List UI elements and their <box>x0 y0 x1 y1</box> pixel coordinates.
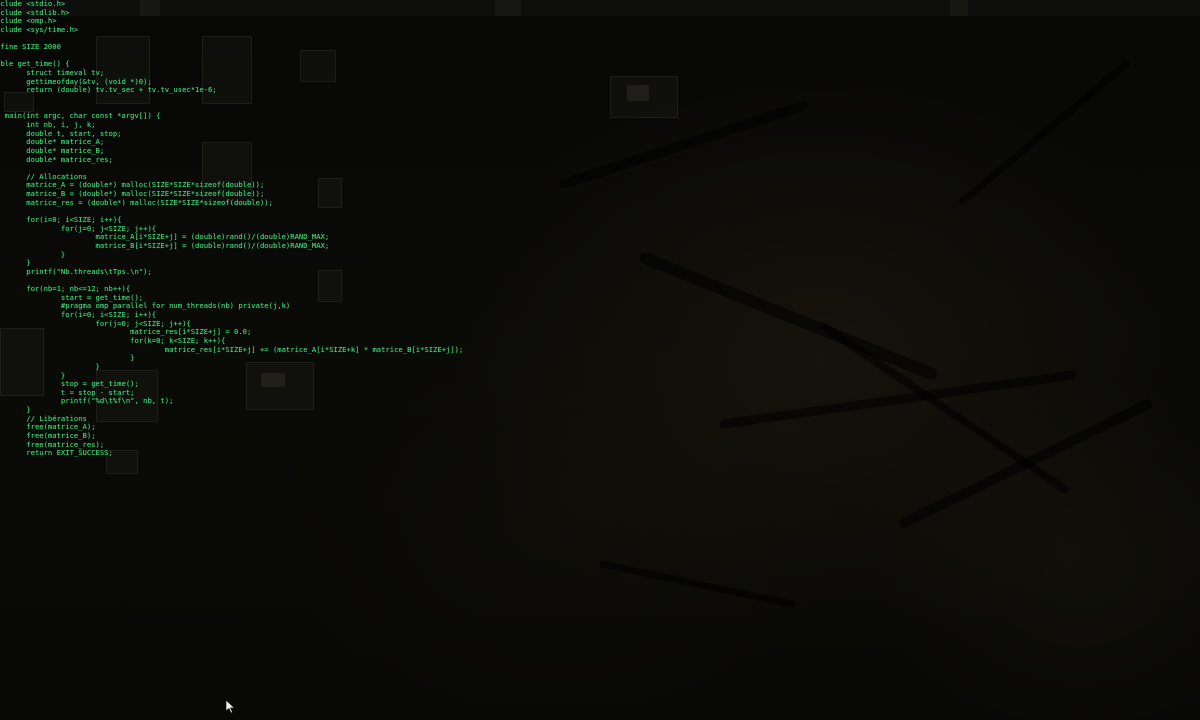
mouse-pointer-icon <box>226 700 236 714</box>
wallpaper-branch <box>558 99 809 190</box>
desktop-screen: nclude <stdio.h> nclude <stdlib.h> nclude … <box>0 0 1200 720</box>
code-line: nclude <stdlib.h> <box>0 7 70 17</box>
code-line: return (double) tv.tv_sec + tv.tv_usec*1… <box>0 85 217 95</box>
ghost-window <box>610 76 678 118</box>
wallpaper-branch <box>957 59 1131 207</box>
code-line: printf("%d\t%f\n", nb, t); <box>0 396 174 406</box>
wallpaper-branch <box>637 250 939 382</box>
code-line: matrice_B[i*SIZE+j] = (double)rand()/(do… <box>0 240 330 250</box>
wallpaper-branch <box>897 397 1154 530</box>
panel-segment <box>950 0 968 16</box>
code-line: double* matrice_res; <box>0 154 113 164</box>
code-line: nclude <sys/time.h> <box>0 24 79 34</box>
panel-segment <box>495 0 521 16</box>
wallpaper-branch <box>599 560 797 609</box>
code-line: return EXIT_SUCCESS; <box>0 448 113 458</box>
terminal-text-area[interactable]: nclude <stdio.h> nclude <stdlib.h> nclude … <box>0 0 463 458</box>
code-line: } <box>0 361 100 371</box>
code-line: efine SIZE 2000 <box>0 42 61 52</box>
code-line: matrice_res = (double*) malloc(SIZE*SIZE… <box>0 197 273 207</box>
code-line: } <box>0 249 66 259</box>
code-line: printf("Nb.threads\tTps.\n"); <box>0 266 152 276</box>
folder-icon <box>627 85 649 101</box>
